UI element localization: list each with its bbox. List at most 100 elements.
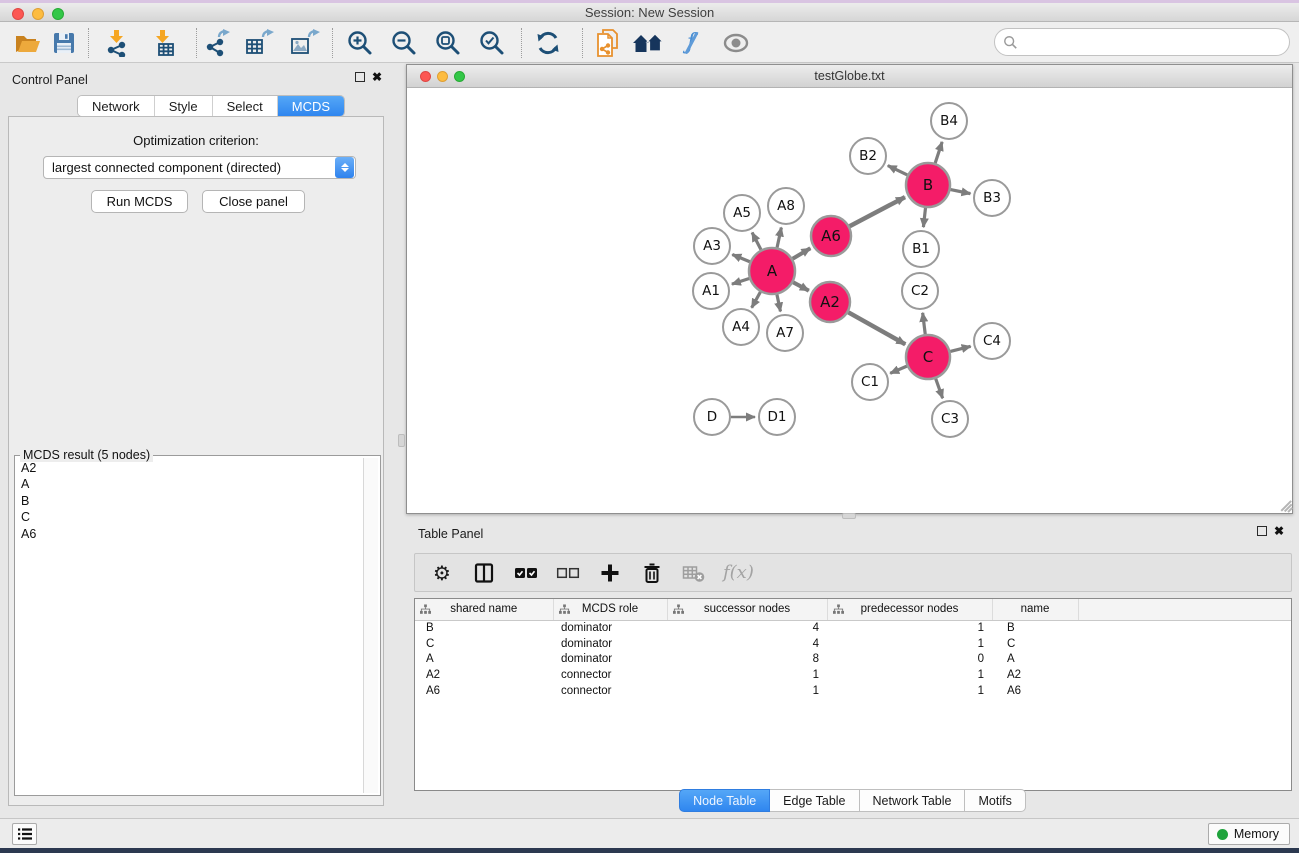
table-cell[interactable]: B <box>992 620 1078 636</box>
graph-edge-A-A7[interactable] <box>777 294 781 311</box>
table-cell[interactable]: A <box>415 652 553 668</box>
table-row[interactable]: A6connector11A6 <box>415 683 1292 699</box>
graph-edge-B-B3[interactable] <box>951 190 971 194</box>
zoom-traffic-light[interactable] <box>52 8 64 20</box>
table-cell[interactable]: connector <box>553 667 667 683</box>
table-row[interactable]: Adominator80A <box>415 652 1292 668</box>
clone-network-button[interactable] <box>590 26 626 59</box>
show-column-panel-button[interactable] <box>471 560 497 586</box>
table-cell[interactable]: 4 <box>667 636 827 652</box>
export-table-button[interactable] <box>242 26 278 59</box>
mcds-result-item[interactable]: A2 <box>17 460 361 476</box>
graph-edge-C-C1[interactable] <box>890 366 907 373</box>
table-cell[interactable]: C <box>992 636 1078 652</box>
save-session-button[interactable] <box>46 26 82 59</box>
zoom-fit-button[interactable] <box>430 26 466 59</box>
open-file-button[interactable] <box>10 26 46 59</box>
minimize-traffic-light[interactable] <box>32 8 44 20</box>
close-panel-button[interactable]: Close panel <box>202 190 305 213</box>
create-column-button[interactable] <box>597 560 623 586</box>
float-table-panel-icon[interactable] <box>1257 526 1267 536</box>
export-image-button[interactable] <box>287 26 323 59</box>
column-header-name[interactable]: name <box>992 599 1078 620</box>
search-input[interactable] <box>1018 35 1268 50</box>
table-cell[interactable]: A <box>992 652 1078 668</box>
import-network-button[interactable] <box>100 26 136 59</box>
graph-edge-A-A1[interactable] <box>732 278 749 284</box>
graph-edge-C-C2[interactable] <box>923 313 926 334</box>
table-tab-node-table[interactable]: Node Table <box>679 789 770 812</box>
table-cell[interactable]: 1 <box>667 667 827 683</box>
toggle-birds-eye-view-button[interactable] <box>718 26 754 59</box>
graph-edge-A-A3[interactable] <box>732 254 750 261</box>
mcds-result-item[interactable]: C <box>17 509 361 525</box>
table-tab-edge-table[interactable]: Edge Table <box>770 789 859 812</box>
zoom-out-button[interactable] <box>386 26 422 59</box>
table-row[interactable]: Bdominator41B <box>415 620 1292 636</box>
graph-edge-B-B4[interactable] <box>935 142 942 163</box>
table-row[interactable]: A2connector11A2 <box>415 667 1292 683</box>
table-cell[interactable]: 1 <box>827 667 992 683</box>
close-table-panel-icon[interactable]: ✖ <box>1274 526 1284 536</box>
graph-edge-C-C3[interactable] <box>936 379 943 399</box>
network-close-traffic-light[interactable] <box>420 71 431 82</box>
table-cell[interactable]: dominator <box>553 636 667 652</box>
table-cell[interactable]: dominator <box>553 620 667 636</box>
graph-edge-B-B1[interactable] <box>923 208 925 227</box>
network-zoom-traffic-light[interactable] <box>454 71 465 82</box>
table-cell[interactable]: 1 <box>827 683 992 699</box>
run-mcds-button[interactable]: Run MCDS <box>91 190 188 213</box>
result-list-scrollbar[interactable] <box>363 458 378 793</box>
table-cell[interactable]: connector <box>553 683 667 699</box>
network-canvas[interactable]: AA1A3A4A5A7A8A6A2BB1B2B3B4CC1C2C3C4DD1 <box>407 88 1292 513</box>
graph-edge-A-A8[interactable] <box>777 228 781 248</box>
graph-edge-A2-C[interactable] <box>848 312 905 344</box>
import-table-button[interactable] <box>146 26 182 59</box>
table-cell[interactable]: dominator <box>553 652 667 668</box>
export-network-button[interactable] <box>200 26 236 59</box>
table-cell[interactable]: 8 <box>667 652 827 668</box>
search-field[interactable] <box>994 28 1290 56</box>
control-tab-network[interactable]: Network <box>78 96 155 116</box>
zoom-in-button[interactable] <box>342 26 378 59</box>
control-tab-select[interactable]: Select <box>213 96 278 116</box>
table-cell[interactable]: 1 <box>827 620 992 636</box>
control-tab-mcds[interactable]: MCDS <box>278 96 344 116</box>
table-cell[interactable]: C <box>415 636 553 652</box>
table-row[interactable]: Cdominator41C <box>415 636 1292 652</box>
zoom-selected-button[interactable] <box>474 26 510 59</box>
vertical-split-handle[interactable] <box>398 434 405 447</box>
table-settings-button[interactable]: ⚙ <box>429 560 455 586</box>
table-cell[interactable]: 4 <box>667 620 827 636</box>
column-header-shared-name[interactable]: shared name <box>415 599 553 620</box>
node-table[interactable]: shared nameMCDS rolesuccessor nodesprede… <box>414 598 1292 791</box>
network-minimize-traffic-light[interactable] <box>437 71 448 82</box>
graph-edge-A-A5[interactable] <box>752 233 761 250</box>
column-header-successor-nodes[interactable]: successor nodes <box>667 599 827 620</box>
close-traffic-light[interactable] <box>12 8 24 20</box>
table-cell[interactable]: 1 <box>667 683 827 699</box>
table-cell[interactable]: A2 <box>992 667 1078 683</box>
mcds-result-item[interactable]: A6 <box>17 526 361 542</box>
optimization-criterion-dropdown[interactable]: largest connected component (directed) <box>43 156 356 179</box>
column-header-MCDS-role[interactable]: MCDS role <box>553 599 667 620</box>
table-cell[interactable]: A6 <box>415 683 553 699</box>
table-tab-network-table[interactable]: Network Table <box>860 789 966 812</box>
toggle-graphics-details-button[interactable]: ƒ <box>673 26 709 59</box>
horizontal-split-handle[interactable] <box>842 513 856 519</box>
deselect-all-rows-button[interactable] <box>555 560 581 586</box>
table-cell[interactable]: 1 <box>827 636 992 652</box>
table-cell[interactable]: A2 <box>415 667 553 683</box>
float-panel-icon[interactable] <box>355 72 365 82</box>
graph-edge-B-B2[interactable] <box>888 166 907 175</box>
delete-table-button[interactable] <box>681 560 707 586</box>
show-all-networks-button[interactable] <box>630 26 666 59</box>
memory-button[interactable]: Memory <box>1208 823 1290 845</box>
refresh-button[interactable] <box>530 26 566 59</box>
task-history-button[interactable] <box>12 823 37 845</box>
window-resize-grip[interactable] <box>1278 499 1291 512</box>
delete-columns-button[interactable] <box>639 560 665 586</box>
control-tab-style[interactable]: Style <box>155 96 213 116</box>
column-header-predecessor-nodes[interactable]: predecessor nodes <box>827 599 992 620</box>
graph-edge-A-A2[interactable] <box>793 282 809 290</box>
